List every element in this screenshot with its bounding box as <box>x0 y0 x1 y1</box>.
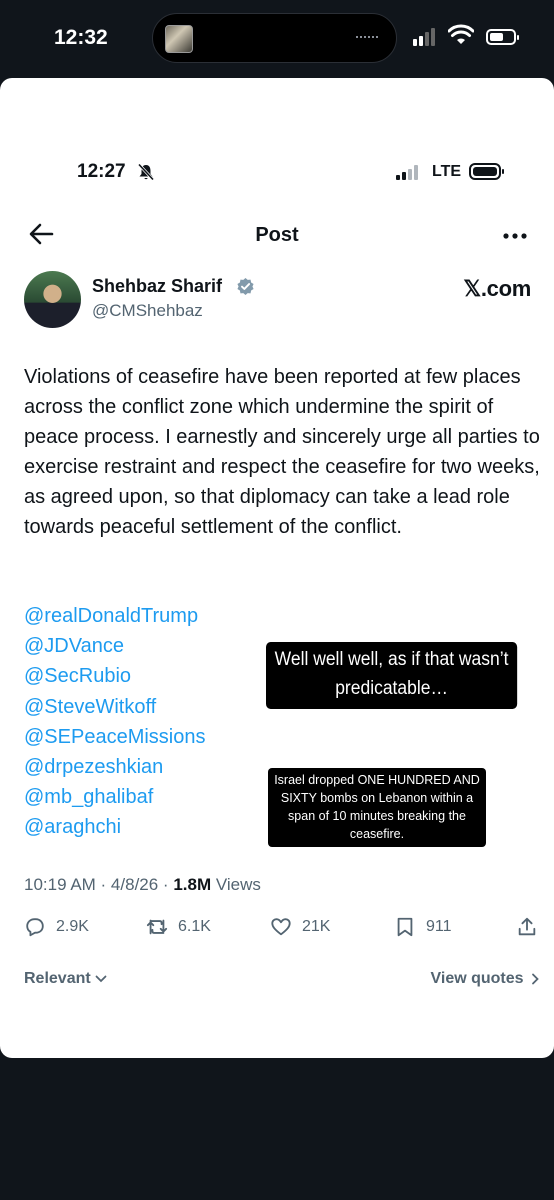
reply-count: 2.9K <box>56 918 89 935</box>
mention-link[interactable]: @mb_ghalibaf <box>24 782 205 812</box>
inner-battery-icon <box>469 163 504 180</box>
share-button[interactable] <box>516 916 538 938</box>
avatar[interactable] <box>24 271 81 328</box>
bookmark-icon <box>397 917 413 937</box>
post-meta: 10:19 AM · 4/8/26 · 1.8M Views <box>24 875 261 895</box>
author-handle[interactable]: @CMShehbaz <box>92 301 203 321</box>
bookmark-button[interactable]: 911 <box>394 916 452 938</box>
outer-clock: 12:32 <box>54 26 108 49</box>
mention-link[interactable]: @SEPeaceMissions <box>24 722 205 752</box>
chevron-right-icon <box>532 973 539 985</box>
reply-icon <box>26 918 44 937</box>
wifi-icon <box>448 24 474 44</box>
heart-icon <box>271 918 291 936</box>
like-count: 21K <box>302 918 331 935</box>
battery-icon <box>486 29 519 45</box>
repost-button[interactable]: 6.1K <box>146 916 211 938</box>
bell-off-icon <box>137 163 155 181</box>
post-screenshot-card: 12:27 LTE Post Shehbaz Sharif @CMShehbaz… <box>0 78 554 1058</box>
verified-badge-icon <box>237 277 254 296</box>
outer-status-bar: 12:32 <box>0 0 554 78</box>
chevron-down-icon <box>95 975 107 983</box>
action-bar: 2.9K 6.1K 21K 911 <box>24 916 544 946</box>
mention-link[interactable]: @realDonaldTrump <box>24 601 205 631</box>
mention-link[interactable]: @JDVance <box>24 631 205 661</box>
post-timestamp: 10:19 AM · 4/8/26 · <box>24 875 174 894</box>
mention-link[interactable]: @SteveWitkoff <box>24 692 205 722</box>
page-title: Post <box>255 224 299 246</box>
views-count: 1.8M <box>173 875 212 894</box>
view-quotes-label: View quotes <box>430 970 524 987</box>
mention-link[interactable]: @araghchi <box>24 812 205 842</box>
x-com-watermark: 𝕏.com <box>463 276 531 301</box>
dynamic-island <box>152 13 397 63</box>
post-text: Violations of ceasefire have been report… <box>24 366 540 538</box>
sort-dropdown[interactable]: Relevant <box>24 970 107 988</box>
reply-button[interactable]: 2.9K <box>24 916 89 938</box>
author-name[interactable]: Shehbaz Sharif <box>92 276 222 297</box>
media-thumbnail-icon <box>165 25 193 53</box>
repost-icon <box>146 919 168 935</box>
view-quotes-link[interactable]: View quotes <box>430 970 540 988</box>
inner-clock: 12:27 <box>77 161 126 182</box>
overlay-caption-2: Israel dropped ONE HUNDRED AND SIXTY bom… <box>268 768 486 847</box>
network-type: LTE <box>432 163 462 180</box>
sort-label: Relevant <box>24 970 91 987</box>
share-icon <box>518 917 536 936</box>
more-options-icon[interactable] <box>502 232 528 240</box>
like-button[interactable]: 21K <box>270 916 330 938</box>
island-dots-icon <box>356 36 378 40</box>
bookmark-count: 911 <box>426 918 452 935</box>
overlay-caption-1: Well well well, as if that wasn’t predic… <box>266 642 518 709</box>
mention-link[interactable]: @drpezeshkian <box>24 752 205 782</box>
repost-count: 6.1K <box>178 918 211 935</box>
views-label: Views <box>211 875 261 894</box>
mentions-list: @realDonaldTrump @JDVance @SecRubio @Ste… <box>24 601 205 843</box>
mention-link[interactable]: @SecRubio <box>24 661 205 691</box>
